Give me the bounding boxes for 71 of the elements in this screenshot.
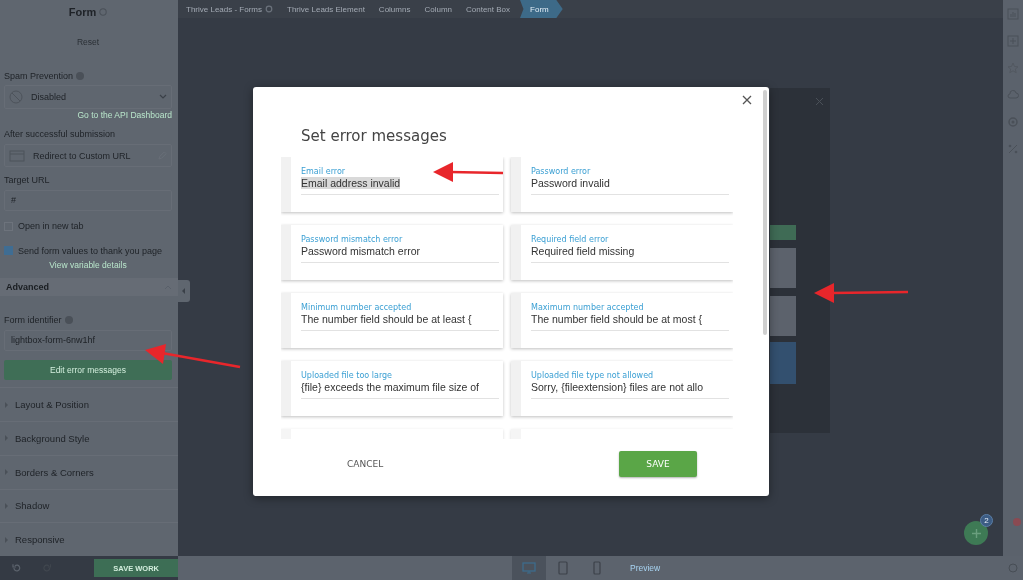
- field-value: {file} exceeds the maximum file size of: [301, 381, 479, 393]
- modal-title: Set error messages: [301, 127, 448, 145]
- field-label: Maximum number accepted: [531, 302, 644, 313]
- field-value: The number field should be at most {: [531, 313, 702, 325]
- breadcrumb[interactable]: Column: [420, 0, 462, 18]
- chevron-left-icon: [182, 288, 186, 294]
- field-value: Sorry, {fileextension} files are not allo: [531, 381, 703, 393]
- breadcrumb[interactable]: Thrive Leads Element: [283, 0, 375, 18]
- tablet-icon: [556, 561, 570, 575]
- form-input-block: [770, 296, 796, 336]
- save-button[interactable]: SAVE: [619, 451, 697, 477]
- form-bar: [770, 225, 796, 240]
- field-value: Required field missing: [531, 245, 635, 257]
- input-field[interactable]: The number field should be at most {: [531, 313, 729, 331]
- field-label: Email error: [301, 166, 346, 177]
- input-field[interactable]: {file} exceeds the maximum file size of: [301, 381, 499, 399]
- gear-icon: [265, 5, 274, 13]
- form-input-block: [770, 248, 796, 288]
- field-label: Uploaded file type not allowed: [531, 370, 654, 381]
- field-label: Uploaded file too large: [301, 370, 393, 381]
- field-label: Required field error: [531, 234, 609, 245]
- dropdown[interactable]: Redirect to Custom URL: [4, 144, 172, 168]
- field-label: Password error: [531, 166, 591, 177]
- field-label: Form identifier: [4, 315, 62, 326]
- close-icon: [816, 98, 823, 105]
- input-field[interactable]: The number field should be at least {: [301, 313, 499, 331]
- checkbox[interactable]: [4, 246, 13, 256]
- field-label: After successful submission: [4, 129, 116, 140]
- input-field[interactable]: Email address invalid: [301, 177, 499, 195]
- input-field[interactable]: #: [4, 189, 172, 211]
- breadcrumb[interactable]: Content Box: [462, 0, 521, 18]
- chevron-down-icon: [159, 94, 167, 101]
- field-value: Password mismatch error: [301, 245, 421, 257]
- breadcrumb[interactable]: Form: [520, 0, 563, 18]
- link[interactable]: Go to the API Dashboard: [77, 108, 172, 122]
- notification-dot: [1013, 518, 1021, 526]
- panel-collapse-tab[interactable]: [178, 280, 190, 302]
- input-field[interactable]: Required field missing: [531, 245, 729, 263]
- preview-link[interactable]: Preview: [630, 563, 661, 573]
- field-value: Email address invalid: [301, 177, 401, 189]
- edit-error-messages-button[interactable]: Edit error messages: [4, 359, 172, 381]
- field-value: The number field should be at least {: [301, 313, 472, 325]
- input-field[interactable]: Password invalid: [531, 177, 729, 195]
- breadcrumb[interactable]: Thrive Leads - Forms: [182, 0, 284, 18]
- close-icon[interactable]: [742, 95, 752, 105]
- input-field[interactable]: Password mismatch error: [301, 245, 499, 263]
- cancel-button[interactable]: CANCEL: [341, 458, 390, 470]
- checkbox-label: Send form values to thank you page: [18, 245, 163, 256]
- input-field[interactable]: lightbox-form-6nw1hf: [4, 329, 172, 351]
- annotation-arrow: [433, 162, 504, 182]
- section-header[interactable]: Advanced: [0, 278, 178, 296]
- input-field[interactable]: Sorry, {fileextension} files are not allo: [531, 381, 729, 399]
- desktop-icon: [522, 561, 536, 575]
- count-badge: 2: [980, 514, 993, 527]
- field-label: Target URL: [4, 174, 50, 185]
- device-toggle[interactable]: [512, 556, 546, 580]
- field-label: Minimum number accepted: [301, 302, 412, 313]
- phone-icon: [590, 561, 604, 575]
- panel-title: Form: [68, 5, 97, 18]
- dropdown[interactable]: Disabled: [4, 85, 172, 109]
- form-submit-block: [770, 342, 796, 384]
- link[interactable]: View variable details: [49, 259, 127, 273]
- add-button[interactable]: [964, 521, 988, 545]
- undo-icon[interactable]: [12, 563, 22, 573]
- field-label: Spam Prevention: [4, 70, 74, 81]
- help-icon[interactable]: [1008, 563, 1018, 573]
- field-label: Password mismatch error: [301, 234, 403, 245]
- checkbox-label: Open in new tab: [18, 221, 84, 232]
- field-value: Password invalid: [531, 177, 610, 189]
- plus-icon: [971, 528, 981, 538]
- breadcrumb[interactable]: Columns: [374, 0, 421, 18]
